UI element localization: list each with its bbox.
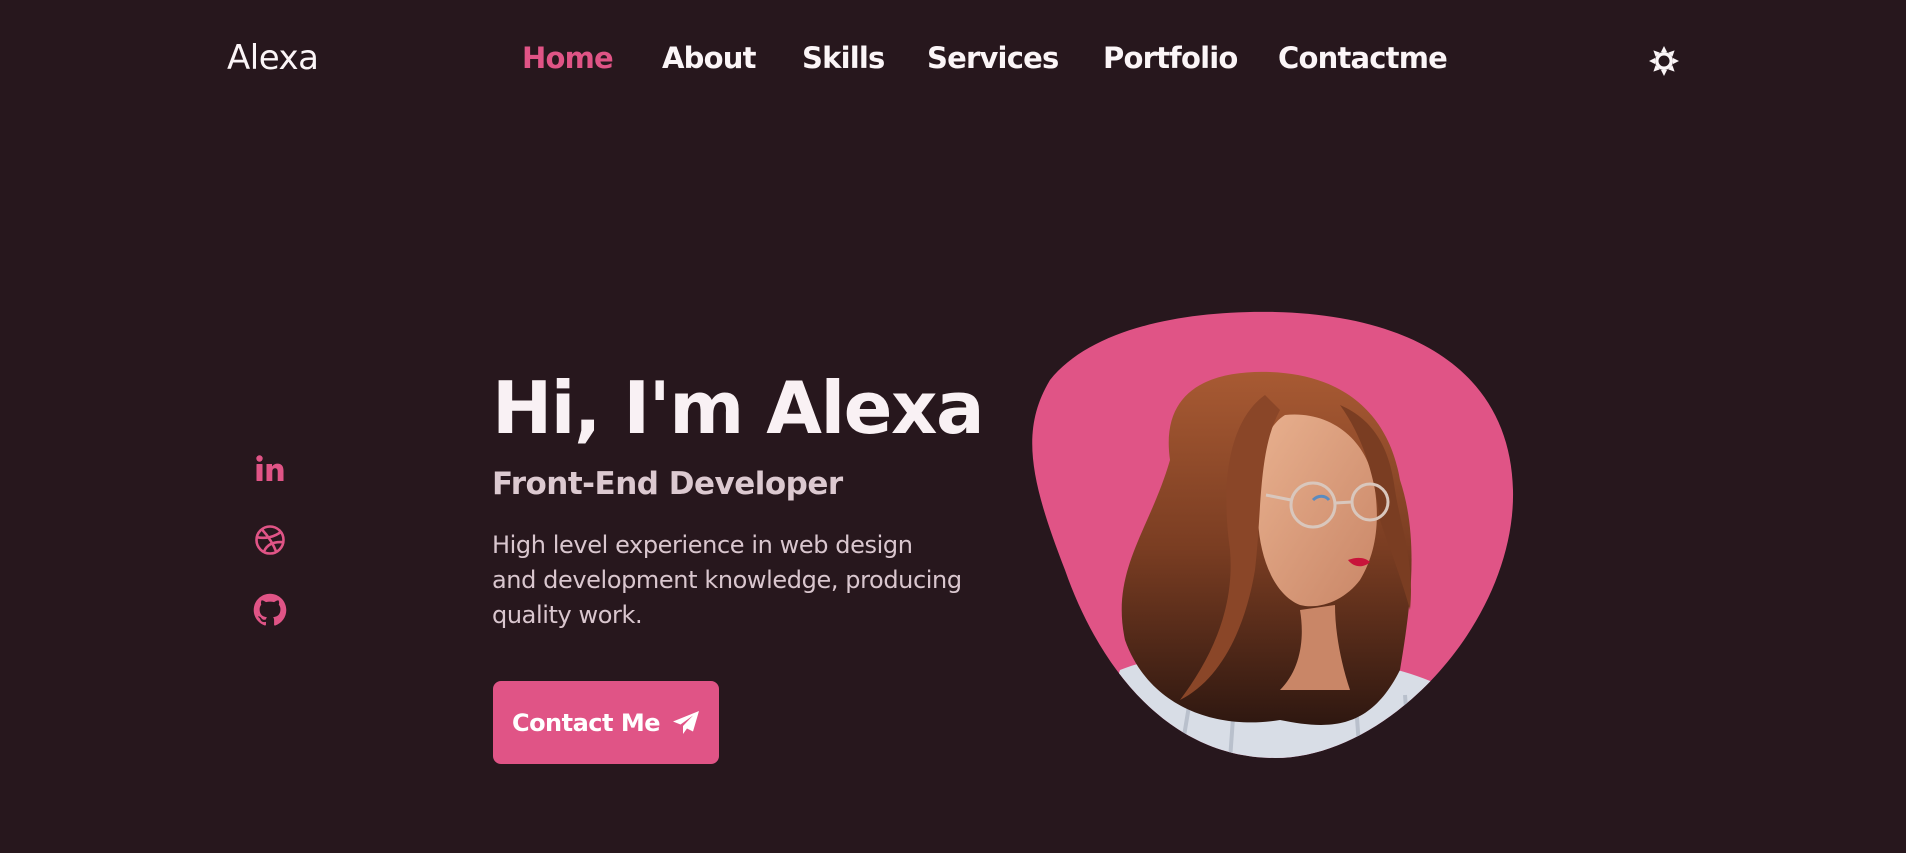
hero-description: High level experience in web design and … xyxy=(492,531,962,629)
dribbble-link[interactable] xyxy=(253,523,287,557)
github-icon xyxy=(253,593,287,626)
linkedin-link[interactable] xyxy=(253,452,287,486)
contact-me-button[interactable]: Contact Me xyxy=(493,681,719,764)
nav-link-home[interactable]: Home xyxy=(522,41,614,75)
hero-image-blob xyxy=(1032,311,1514,758)
profile-photo xyxy=(1032,311,1514,758)
nav-link-contactme[interactable]: Contactme xyxy=(1278,41,1448,75)
nav-link-portfolio[interactable]: Portfolio xyxy=(1103,41,1238,75)
hero-subtitle: Front-End Developer xyxy=(492,466,843,502)
sun-icon xyxy=(1649,46,1679,76)
contact-me-label: Contact Me xyxy=(511,708,661,737)
nav-link-services[interactable]: Services xyxy=(927,41,1059,75)
linkedin-icon xyxy=(256,455,284,481)
nav-link-skills[interactable]: Skills xyxy=(802,41,885,75)
logo[interactable]: Alexa xyxy=(227,38,319,78)
dribbble-icon xyxy=(255,525,285,555)
theme-toggle-button[interactable] xyxy=(1648,45,1680,77)
hero-title: Hi, I'm Alexa xyxy=(492,366,985,450)
nav-link-about[interactable]: About xyxy=(662,41,756,75)
send-icon xyxy=(673,710,700,734)
github-link[interactable] xyxy=(253,593,287,627)
